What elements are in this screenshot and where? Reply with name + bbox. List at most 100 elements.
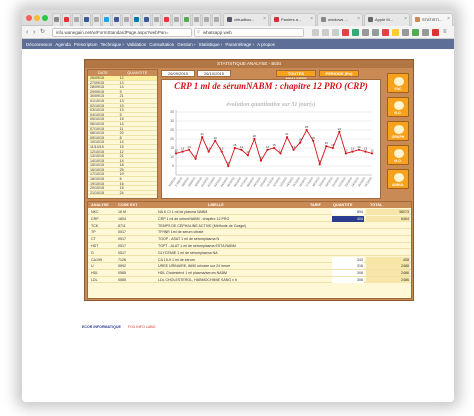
pinned-tab[interactable] (162, 13, 171, 26)
list-item-date: 19/10/15 (90, 181, 104, 186)
back-icon[interactable]: ‹ (26, 28, 28, 37)
list-item-date: 17/10/15 (90, 172, 104, 177)
bookmark-icon[interactable] (312, 29, 319, 36)
table-row[interactable]: NKC 16 M NA K Cl 1 ml de plasma NABM 894 380… (88, 209, 411, 216)
pinned-tab[interactable] (92, 13, 101, 26)
date-from-field[interactable]: 26/09/2015 (161, 70, 195, 77)
menu-consultation[interactable]: Consultation (149, 42, 174, 47)
graph-button[interactable]: GRAPH (387, 121, 409, 141)
url-bar[interactable]: info.wanegain.net/w/FormStandardPage.asp… (52, 28, 192, 37)
data-point (266, 148, 269, 151)
data-label: 14 (357, 145, 361, 149)
pinned-tab[interactable] (172, 13, 181, 26)
pinned-tab[interactable] (142, 13, 151, 26)
pinned-tab[interactable] (72, 13, 81, 26)
table-row[interactable]: LDL 0585 LDL CHOLESTEROL, HABMOCHIMIE SANG… (88, 277, 411, 284)
period-button[interactable]: PERIODE (En) (319, 70, 359, 77)
table-cell-total: 6464 (366, 215, 410, 222)
extension-icon[interactable] (372, 29, 379, 36)
extension-icon[interactable] (362, 29, 369, 36)
pinned-tab[interactable] (112, 13, 121, 26)
pinned-tab[interactable] (52, 13, 61, 26)
extension-icon[interactable] (402, 29, 409, 36)
data-label: 12 (370, 148, 374, 152)
tab-close-icon[interactable]: × (447, 16, 450, 22)
table-cell-libelle: TEMPS DE CEPHALINE ACTIVE (Méthode de Co… (158, 223, 247, 228)
search-input[interactable]: ⌕ whatsapp web (194, 28, 304, 37)
extension-icon[interactable] (392, 29, 399, 36)
data-label: 13 (181, 147, 185, 151)
menu-prescription[interactable]: Prescription (74, 42, 98, 47)
menu-parametrage[interactable]: Paramétrage › (225, 42, 254, 47)
date-to-field[interactable]: 26/10/2015 (197, 70, 231, 77)
table-row[interactable]: CA199 7126 CA 19-9 1 ml de sérum 343 408 (88, 256, 411, 263)
pinned-tab[interactable] (132, 13, 141, 26)
reload-icon[interactable]: ↻ (40, 28, 45, 37)
table-row[interactable]: HDL 0585 HDL Cholestérol 1 ml plasma/serum… (88, 270, 411, 277)
pinned-tab[interactable] (192, 13, 201, 26)
data-label: 21 (285, 132, 289, 136)
tab-virtualbox[interactable]: virtualbox... × (223, 13, 269, 26)
data-point (272, 146, 276, 150)
list-item[interactable]: 21/10/15 24 (88, 191, 157, 196)
pinned-tab[interactable] (62, 13, 71, 26)
forward-icon[interactable]: › (33, 28, 35, 37)
pinned-tab[interactable] (102, 13, 111, 26)
tab-statistique[interactable]: STATISTI... × (411, 13, 453, 26)
table-row[interactable]: G 0517 GLYCEMIE 1 ml de sérumplasma NA (88, 250, 411, 257)
pinned-tab[interactable] (182, 13, 191, 26)
tab-close-icon[interactable]: × (310, 16, 313, 22)
menu-agenda[interactable]: Agenda (55, 42, 71, 47)
pinned-tab[interactable] (82, 13, 91, 26)
list-item-date: 09/10/15 (90, 135, 104, 140)
extension-icon[interactable] (432, 29, 439, 36)
pinned-tab[interactable] (152, 13, 161, 26)
menu-deconnexion[interactable]: Déconnexion (26, 42, 52, 47)
table-cell-analyse: HDT (91, 244, 99, 248)
extension-icon[interactable] (422, 29, 429, 36)
tab-close-icon[interactable]: × (404, 16, 407, 22)
cancel-button[interactable]: ANNUL (387, 169, 409, 189)
download-icon[interactable] (322, 29, 329, 36)
home-icon[interactable] (332, 29, 339, 36)
list-item-quantity: 11 (119, 126, 124, 131)
table-cell-libelle: GLYCEMIE 1 ml de sérumplasma NA (158, 250, 218, 255)
footer-right: FOX INFO LABO (127, 325, 156, 329)
all-analyses-button[interactable]: TOUTES ANALYSES (276, 70, 316, 81)
extension-icon[interactable] (412, 29, 419, 36)
extension-icon[interactable] (342, 29, 349, 36)
table-row[interactable]: TP 0517 TP/INR 1ml de sérum citraté (88, 229, 411, 236)
invoice-button[interactable]: FAC (387, 73, 409, 93)
menu-statistique[interactable]: Statistique › (199, 42, 223, 47)
extension-icon[interactable] (382, 29, 389, 36)
table-row[interactable]: CT 0517 TGOP - ASAT 1 ml de sérumplasma N (88, 236, 411, 243)
pinned-tab[interactable] (122, 13, 131, 26)
pinned-tab[interactable] (212, 13, 221, 26)
table-row[interactable]: U 0592 UREE URINAIRE, 8690 urinaire sur 24… (88, 263, 411, 270)
maximize-window-button[interactable] (42, 15, 48, 21)
data-point (325, 145, 328, 148)
pinned-tab[interactable] (202, 13, 211, 26)
mo-button[interactable]: M.O. (387, 145, 409, 165)
menu-icon[interactable]: ≡ (443, 28, 447, 37)
tab-paniers[interactable]: Paniers a... × (270, 13, 316, 26)
menu-gestion[interactable]: Gestion › (177, 42, 195, 47)
tab-windows[interactable]: windows ... × (317, 13, 363, 26)
table-row[interactable]: HDT 0517 TGPT - ALAT 1 ml de sérumplasma E… (88, 243, 411, 250)
menu-technique[interactable]: Technique › (101, 42, 124, 47)
data-point (227, 164, 230, 168)
menu-validation[interactable]: Validation (127, 42, 146, 47)
close-window-button[interactable] (26, 15, 32, 21)
minimize-window-button[interactable] (34, 15, 40, 21)
tab-close-icon[interactable]: × (263, 16, 266, 22)
tab-apple[interactable]: Apple M... × (364, 13, 410, 26)
table-row[interactable]: CRP 1804 CRP 1 ml de sérumNABM : chapitre … (88, 215, 411, 223)
extension-icon[interactable] (352, 29, 359, 36)
data-label: 15 (272, 143, 276, 147)
bo-button[interactable]: B.O. (387, 97, 409, 117)
menu-a-propos[interactable]: A propos (257, 42, 275, 47)
table-row[interactable]: TCK 8711 TEMPS DE CEPHALINE ACTIVE (Méthod… (88, 223, 411, 229)
tab-close-icon[interactable]: × (357, 16, 360, 22)
tab-favicon (321, 17, 326, 22)
list-item-quantity: 24 (119, 190, 124, 195)
